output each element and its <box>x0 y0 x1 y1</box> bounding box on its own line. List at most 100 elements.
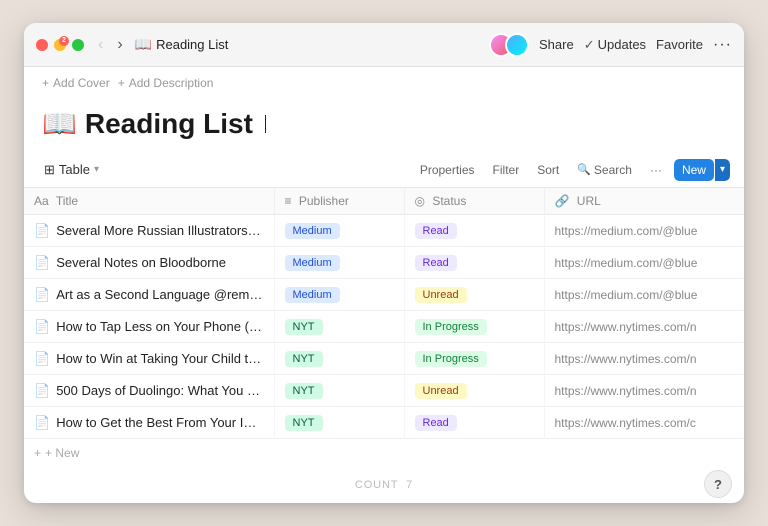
search-icon: 🔍 <box>577 163 591 176</box>
title-text: 500 Days of Duolingo: What You Car <box>56 383 263 398</box>
status-icon: ◎ <box>415 194 425 208</box>
properties-button[interactable]: Properties <box>414 160 481 180</box>
cell-title[interactable]: 📄 Several More Russian Illustrators of N <box>24 215 274 247</box>
cell-title[interactable]: 📄 How to Win at Taking Your Child to V <box>24 343 274 375</box>
more-view-options-button[interactable]: ··· <box>644 160 668 180</box>
cell-url: https://www.nytimes.com/n <box>544 375 744 407</box>
table-label: Table <box>59 162 90 177</box>
publisher-badge: NYT <box>285 383 323 399</box>
table-body: 📄 Several More Russian Illustrators of N… <box>24 215 744 439</box>
new-button-dropdown[interactable]: ▾ <box>715 159 730 181</box>
url-text: https://www.nytimes.com/n <box>555 320 697 334</box>
table-view-button[interactable]: ⊞ Table ▾ <box>38 158 105 182</box>
table-row[interactable]: 📄 How to Get the Best From Your Immu NYT… <box>24 407 744 439</box>
publisher-badge: NYT <box>285 351 323 367</box>
url-text: https://medium.com/@blue <box>555 256 698 270</box>
document-icon: 📄 <box>34 287 50 303</box>
data-table: Aa Title ≡ Publisher ◎ Status 🔗 <box>24 188 744 439</box>
cell-status: Unread <box>404 375 544 407</box>
cell-publisher: Medium <box>274 247 404 279</box>
cell-publisher: NYT <box>274 407 404 439</box>
table-row[interactable]: 📄 Art as a Second Language @remind t Med… <box>24 279 744 311</box>
more-options-button[interactable]: ··· <box>713 36 732 54</box>
add-description-label: Add Description <box>129 76 214 90</box>
sort-button[interactable]: Sort <box>531 160 565 180</box>
url-text: https://medium.com/@blue <box>555 288 698 302</box>
column-header-title[interactable]: Aa Title <box>24 188 274 215</box>
cell-title[interactable]: 📄 Several Notes on Bloodborne <box>24 247 274 279</box>
app-window: 2 ‹ › 📖 Reading List Share ✓ Updates Fav… <box>24 23 744 503</box>
publisher-badge: Medium <box>285 287 340 303</box>
cell-title[interactable]: 📄 Art as a Second Language @remind t <box>24 279 274 311</box>
add-row-button[interactable]: + + New <box>24 439 744 467</box>
table-row[interactable]: 📄 How to Tap Less on Your Phone (but NYT… <box>24 311 744 343</box>
maximize-button[interactable] <box>72 39 84 51</box>
close-button[interactable] <box>36 39 48 51</box>
share-button[interactable]: Share <box>539 37 574 52</box>
cell-title[interactable]: 📄 500 Days of Duolingo: What You Car <box>24 375 274 407</box>
forward-button[interactable]: › <box>113 34 126 56</box>
table-row[interactable]: 📄 How to Win at Taking Your Child to V N… <box>24 343 744 375</box>
status-badge: In Progress <box>415 351 487 367</box>
plus-icon: + <box>42 76 49 90</box>
minimize-button[interactable]: 2 <box>54 39 66 51</box>
cell-url: https://www.nytimes.com/c <box>544 407 744 439</box>
column-header-url[interactable]: 🔗 URL <box>544 188 744 215</box>
add-description-button[interactable]: + Add Description <box>118 76 214 90</box>
cell-publisher: Medium <box>274 279 404 311</box>
check-icon: ✓ <box>584 37 595 53</box>
status-badge: Read <box>415 223 457 239</box>
cell-title[interactable]: 📄 How to Get the Best From Your Immu <box>24 407 274 439</box>
cell-publisher: NYT <box>274 311 404 343</box>
count-row: COUNT 7 <box>24 467 744 503</box>
column-header-publisher[interactable]: ≡ Publisher <box>274 188 404 215</box>
cell-url: https://medium.com/@blue <box>544 215 744 247</box>
cell-url: https://medium.com/@blue <box>544 279 744 311</box>
cursor <box>265 115 266 133</box>
favorite-button[interactable]: Favorite <box>656 37 703 52</box>
title-text: How to Get the Best From Your Immu <box>56 415 263 430</box>
page-header: 📖 Reading List <box>24 99 744 152</box>
notification-badge: 2 <box>59 36 69 46</box>
table-row[interactable]: 📄 Several Notes on Bloodborne Medium Read… <box>24 247 744 279</box>
table-row[interactable]: 📄 Several More Russian Illustrators of N… <box>24 215 744 247</box>
cell-status: Read <box>404 407 544 439</box>
search-button[interactable]: 🔍 Search <box>571 160 638 180</box>
title-text: Art as a Second Language @remind t <box>56 287 263 302</box>
cell-status: Read <box>404 247 544 279</box>
page-toolbar: + Add Cover + Add Description <box>24 67 744 99</box>
column-header-status[interactable]: ◎ Status <box>404 188 544 215</box>
new-button[interactable]: New <box>674 159 714 181</box>
help-button[interactable]: ? <box>704 470 732 498</box>
url-text: https://www.nytimes.com/n <box>555 384 697 398</box>
page-title-icon: 📖 <box>42 107 77 140</box>
url-text: https://www.nytimes.com/c <box>555 416 696 430</box>
back-button[interactable]: ‹ <box>94 34 107 56</box>
url-text: https://medium.com/@blue <box>555 224 698 238</box>
document-icon: 📄 <box>34 415 50 431</box>
view-toolbar: ⊞ Table ▾ Properties Filter Sort 🔍 Searc… <box>24 152 744 188</box>
add-cover-label: Add Cover <box>53 76 110 90</box>
count-value: 7 <box>406 479 413 491</box>
table-header-row: Aa Title ≡ Publisher ◎ Status 🔗 <box>24 188 744 215</box>
document-icon: 📄 <box>34 351 50 367</box>
updates-button[interactable]: ✓ Updates <box>584 37 646 53</box>
cell-status: Unread <box>404 279 544 311</box>
avatar <box>505 33 529 57</box>
view-actions: Properties Filter Sort 🔍 Search ··· New … <box>414 159 730 181</box>
cell-title[interactable]: 📄 How to Tap Less on Your Phone (but <box>24 311 274 343</box>
cell-status: In Progress <box>404 343 544 375</box>
text-icon: Aa <box>34 194 49 208</box>
plus-icon: + <box>118 76 125 90</box>
add-cover-button[interactable]: + Add Cover <box>42 76 110 90</box>
status-badge: In Progress <box>415 319 487 335</box>
breadcrumb-icon: 📖 <box>135 36 152 53</box>
publisher-badge: Medium <box>285 255 340 271</box>
filter-button[interactable]: Filter <box>487 160 526 180</box>
table-row[interactable]: 📄 500 Days of Duolingo: What You Car NYT… <box>24 375 744 407</box>
content-area: ⊞ Table ▾ Properties Filter Sort 🔍 Searc… <box>24 152 744 503</box>
title-text: How to Tap Less on Your Phone (but <box>56 319 263 334</box>
document-icon: 📄 <box>34 255 50 271</box>
count-label: COUNT <box>355 479 398 491</box>
new-button-group: New ▾ <box>674 159 730 181</box>
